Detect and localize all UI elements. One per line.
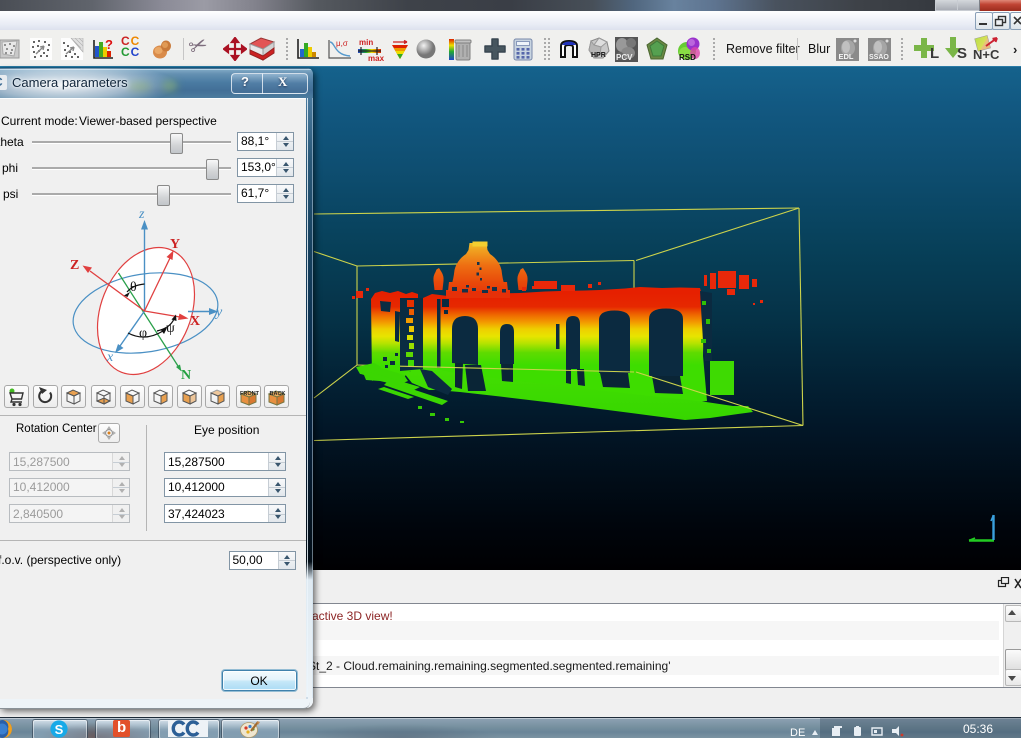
svg-text:θ: θ — [130, 280, 137, 295]
svg-text:y: y — [214, 305, 223, 320]
svg-text:S: S — [957, 45, 967, 62]
svg-text:HPR: HPR — [591, 52, 606, 59]
svg-text:Y: Y — [170, 237, 180, 252]
svg-text:X: X — [190, 314, 200, 329]
svg-text:N: N — [181, 368, 191, 383]
svg-text:SSAO: SSAO — [869, 54, 889, 61]
svg-text:N+C: N+C — [973, 47, 1000, 62]
svg-text:φ: φ — [139, 326, 147, 341]
svg-text:ψ: ψ — [166, 321, 175, 336]
svg-text:PCV: PCV — [616, 53, 633, 62]
svg-text:z: z — [138, 207, 145, 222]
svg-text:RSD: RSD — [679, 53, 696, 62]
svg-text:μ,σ: μ,σ — [336, 39, 348, 48]
svg-text:L: L — [930, 45, 939, 62]
svg-text:Z: Z — [70, 258, 79, 273]
svg-text:BACK: BACK — [270, 391, 286, 397]
svg-text:FRONT: FRONT — [240, 391, 260, 397]
svg-text:max: max — [368, 54, 384, 62]
svg-text:S: S — [55, 722, 64, 737]
svg-text:min: min — [359, 38, 373, 47]
svg-text:x: x — [106, 350, 114, 365]
svg-text:EDL: EDL — [839, 52, 854, 61]
svg-text:?: ? — [105, 38, 113, 52]
